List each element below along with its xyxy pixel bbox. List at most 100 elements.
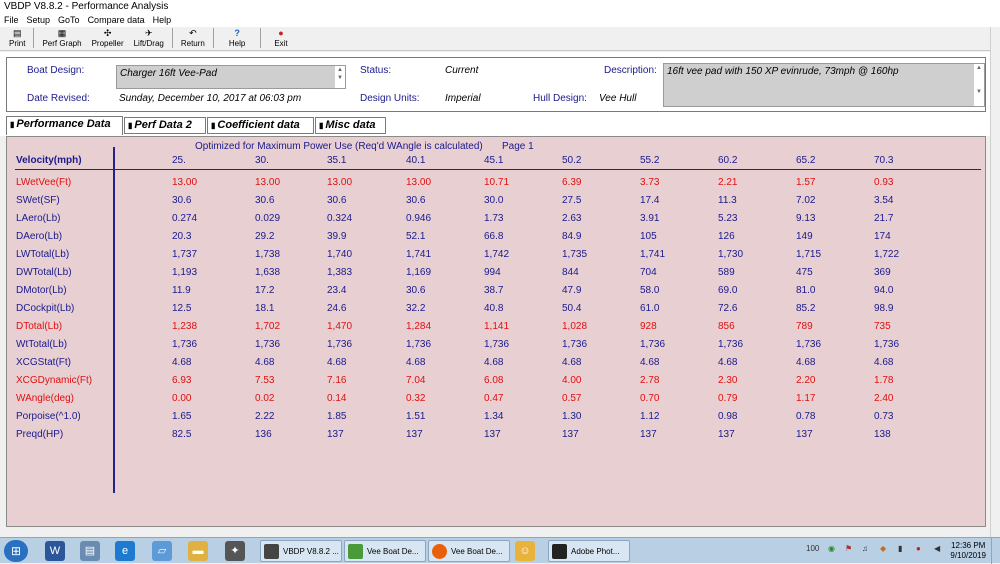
table-row: DWTotal(Lb) 1,193 1,638 1,383 1,169 994 844 704… [7, 267, 987, 283]
table-cell: 30.6 [255, 195, 275, 206]
lift-drag-button[interactable]: ✈ Lift/Drag [129, 27, 169, 49]
perf-graph-button[interactable]: ▦ Perf Graph [37, 27, 86, 49]
table-cell: 82.5 [172, 429, 192, 440]
vertical-scrollbar[interactable] [990, 27, 1000, 537]
folder-icon[interactable]: ▬ [188, 541, 208, 561]
table-row: WAngle(deg) 0.00 0.02 0.14 0.32 0.47 0.57 0.70 0… [7, 393, 987, 409]
table-cell: 24.6 [327, 303, 347, 314]
table-cell: 4.68 [255, 357, 275, 368]
table-cell: 2.22 [255, 411, 275, 422]
menu-compare-data[interactable]: Compare data [88, 14, 145, 27]
tray-speaker-icon[interactable]: ♫ [862, 544, 868, 553]
perf-graph-label: Perf Graph [42, 39, 82, 48]
tray-alert-icon[interactable]: ● [916, 544, 921, 553]
table-cell: 27.5 [562, 195, 582, 206]
design-header: Boat Design: Charger 16ft Vee-Pad ▲ ▼ Sta… [0, 52, 990, 114]
help-button[interactable]: ? Help [217, 27, 257, 49]
toolbar-separator [171, 28, 173, 48]
table-cell: 4.68 [874, 357, 894, 368]
folder-icon: ▮ [128, 121, 133, 130]
table-cell: 1,736 [327, 339, 353, 350]
table-row: SWet(SF) 30.6 30.6 30.6 30.6 30.0 27.5 17.4 11.3… [7, 195, 987, 211]
table-cell: 1.73 [484, 213, 504, 224]
table-cell: 1,238 [172, 321, 198, 332]
table-cell: 1,722 [874, 249, 900, 260]
row-label: DTotal(Lb) [16, 321, 63, 332]
menu-help[interactable]: Help [153, 14, 172, 27]
boat-design-scroll-arrows[interactable]: ▲ ▼ [334, 66, 345, 88]
table-cell: 17.2 [255, 285, 275, 296]
word-icon[interactable]: W [45, 541, 65, 561]
tray-signal-icon[interactable]: ▮ [898, 544, 902, 553]
table-cell: 11.3 [718, 195, 737, 206]
menu-setup[interactable]: Setup [27, 14, 51, 27]
velocity-header-cell: 40.1 [406, 155, 426, 166]
vbdp-app-icon [264, 544, 279, 559]
table-cell: 2.78 [640, 375, 660, 386]
table-cell: 47.9 [562, 285, 582, 296]
table-cell: 1,470 [327, 321, 353, 332]
taskbar-app-vee-boat-1[interactable]: Vee Boat De... [344, 540, 426, 562]
table-cell: 3.54 [874, 195, 894, 206]
table-cell: 58.0 [640, 285, 660, 296]
taskbar-app-vee-boat-2[interactable]: Vee Boat De... [428, 540, 510, 562]
table-row: DAero(Lb) 20.3 29.2 39.9 52.1 66.8 84.9 105 126 1… [7, 231, 987, 247]
menu-goto[interactable]: GoTo [58, 14, 80, 27]
internet-explorer-icon[interactable]: e [115, 541, 135, 561]
tray-shield-icon[interactable]: ◆ [880, 544, 886, 553]
tool-icon[interactable]: ✦ [225, 541, 245, 561]
table-cell: 0.029 [255, 213, 281, 224]
description-scroll-arrows[interactable]: ▲ ▼ [973, 64, 984, 106]
document-icon[interactable]: ▤ [80, 541, 100, 561]
tab-perf-data-2[interactable]: ▮ Perf Data 2 [124, 117, 206, 134]
table-cell: 4.68 [406, 357, 426, 368]
table-cell: 98.9 [874, 303, 894, 314]
description-field[interactable]: 16ft vee pad with 150 XP evinrude, 73mph… [663, 63, 985, 107]
menu-file[interactable]: File [4, 14, 19, 27]
table-cell: 30.0 [484, 195, 504, 206]
table-cell: 789 [796, 321, 813, 332]
boat-design-field[interactable]: Charger 16ft Vee-Pad ▲ ▼ [116, 65, 346, 89]
contacts-icon[interactable]: ☺ [515, 541, 535, 561]
propeller-button[interactable]: ✣ Propeller [87, 27, 129, 49]
taskbar: ⊞ W ▤ e ▱ ▬ ✦ VBDP V8.8.2 ... Vee Boat D… [0, 537, 1000, 564]
table-cell: 928 [640, 321, 657, 332]
table-cell: 844 [562, 267, 579, 278]
row-label: DMotor(Lb) [16, 285, 67, 296]
table-cell: 6.08 [484, 375, 504, 386]
description-label: Description: [604, 65, 657, 76]
table-cell: 0.70 [640, 393, 660, 404]
tab-misc-data[interactable]: ▮ Misc data [315, 117, 386, 134]
tray-volume-icon[interactable]: ◀ [934, 544, 940, 553]
table-cell: 32.2 [406, 303, 426, 314]
return-button[interactable]: ↶ Return [176, 27, 210, 49]
tray-network-icon[interactable]: ◉ [828, 544, 835, 553]
table-row: DMotor(Lb) 11.9 17.2 23.4 30.6 38.7 47.9 58.0 69… [7, 285, 987, 301]
print-button[interactable]: ▤ Print [4, 27, 30, 49]
table-cell: 1,383 [327, 267, 353, 278]
velocity-header-cell: 25. [172, 155, 186, 166]
table-cell: 1.78 [874, 375, 894, 386]
notes-icon[interactable]: ▱ [152, 541, 172, 561]
table-cell: 1,730 [718, 249, 744, 260]
table-cell: 1,193 [172, 267, 198, 278]
table-cell: 4.68 [718, 357, 738, 368]
tab-performance-data[interactable]: ▮ Performance Data [6, 116, 123, 135]
table-cell: 137 [796, 429, 813, 440]
tray-flag-icon[interactable]: ⚑ [845, 544, 852, 553]
table-cell: 30.6 [406, 195, 426, 206]
show-desktop-button[interactable] [991, 538, 1000, 564]
taskbar-app-adobe-photoshop[interactable]: Adobe Phot... [548, 540, 630, 562]
tab-coefficient-data[interactable]: ▮ Coefficient data [207, 117, 314, 134]
hull-design-label: Hull Design: [533, 93, 587, 104]
table-cell: 0.73 [874, 411, 894, 422]
taskbar-app-vbdp[interactable]: VBDP V8.8.2 ... [260, 540, 342, 562]
status-value: Current [445, 65, 479, 76]
table-cell: 2.20 [796, 375, 816, 386]
table-cell: 105 [640, 231, 657, 242]
exit-button[interactable]: ● Exit [264, 27, 297, 49]
table-cell: 4.68 [172, 357, 192, 368]
velocity-header-row: Velocity(mph) 25. 30. 35.1 40.1 45.1 50.2 55.2… [7, 155, 987, 171]
start-button[interactable]: ⊞ [4, 540, 28, 562]
taskbar-clock[interactable]: 12:36 PM 9/10/2019 [950, 541, 986, 561]
